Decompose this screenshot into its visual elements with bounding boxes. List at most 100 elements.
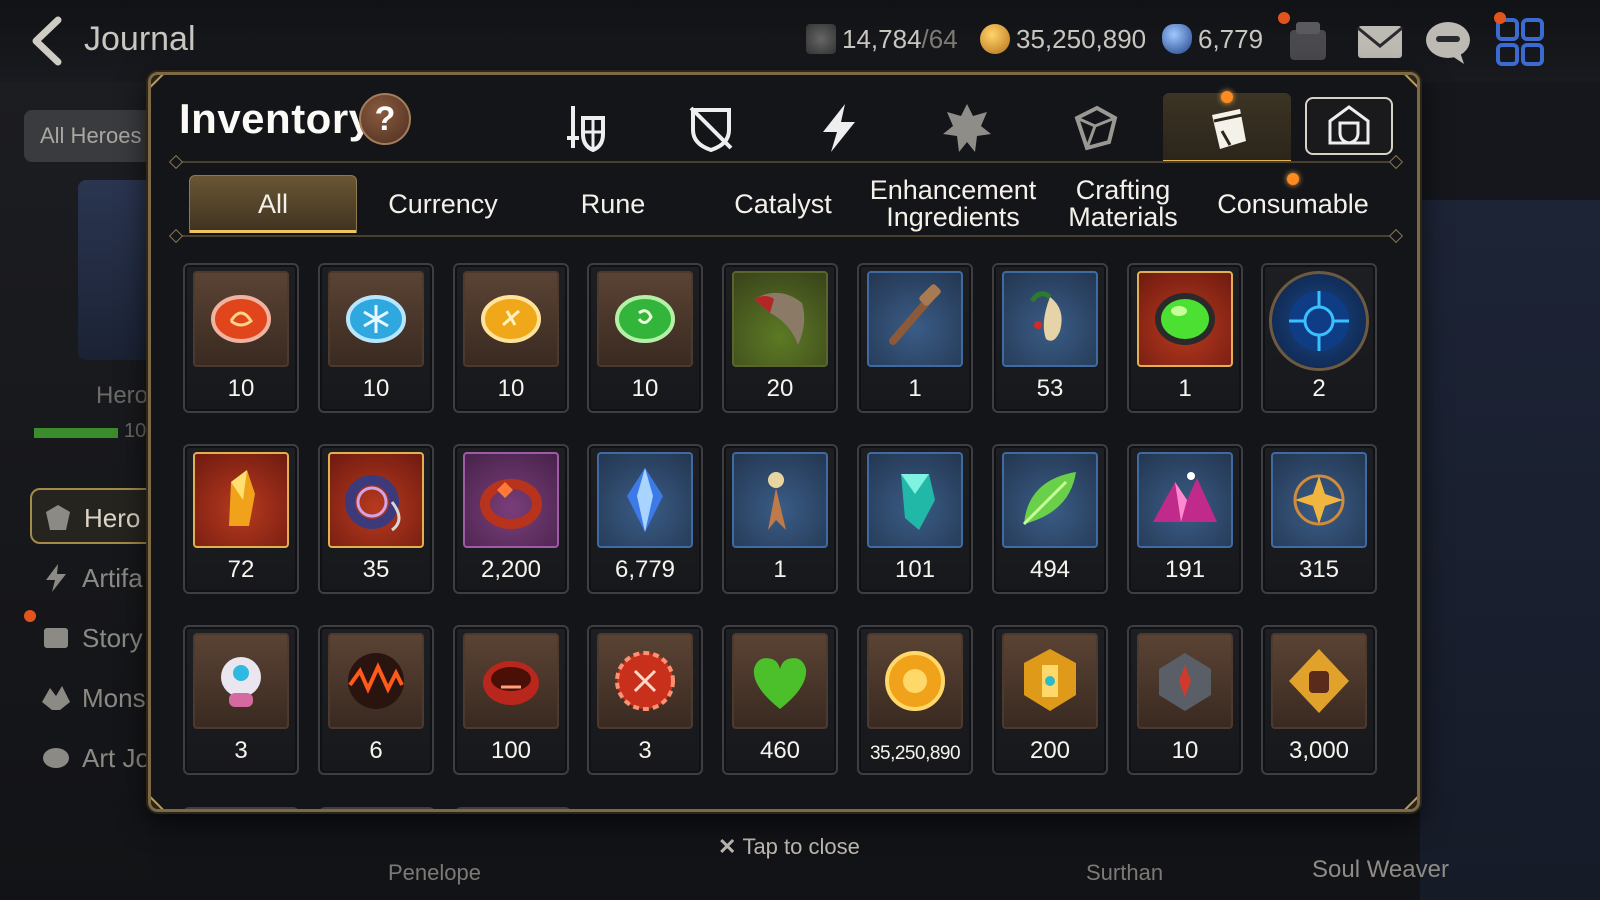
no-equipment-icon — [689, 106, 733, 153]
tab-currency[interactable]: Currency — [359, 175, 527, 233]
hero-progress-bar — [34, 428, 118, 438]
inventory-item-slot[interactable]: 6 — [318, 625, 434, 775]
stamina-icon — [806, 24, 836, 54]
story-icon — [44, 628, 68, 648]
item-quantity: 2 — [1312, 375, 1326, 402]
inventory-item-slot[interactable]: 191 — [1127, 444, 1243, 594]
inventory-item-slot[interactable]: 6,779 — [587, 444, 703, 594]
skystone-icon — [627, 468, 663, 532]
inventory-item-slot[interactable]: 20 — [722, 263, 838, 413]
item-frame — [1002, 633, 1098, 729]
inventory-item-slot[interactable]: 10 — [1127, 625, 1243, 775]
hero-progress-text: 10 — [124, 420, 147, 442]
tab-all[interactable]: All — [189, 175, 357, 233]
team-icon[interactable] — [1282, 16, 1334, 68]
chat-icon[interactable] — [1422, 16, 1474, 68]
item-quantity: 200 — [1029, 737, 1071, 764]
stone-compass-icon — [1159, 653, 1211, 711]
inventory-item-slot[interactable]: 1 — [722, 444, 838, 594]
tap-to-close[interactable]: ✕ Tap to close — [718, 834, 860, 860]
tab-enhancement-ingredients[interactable]: Enhancement Ingredients — [869, 175, 1037, 233]
golden-crystal-icon — [229, 470, 255, 526]
item-frame — [1271, 633, 1367, 729]
inventory-item-slot[interactable]: 10 — [587, 263, 703, 413]
category-tab-artifact[interactable] — [791, 93, 887, 163]
inventory-item-slot[interactable]: 494 — [992, 444, 1108, 594]
equipment-icon — [567, 106, 605, 153]
tab-rune[interactable]: Rune — [529, 175, 697, 233]
inventory-item-slot[interactable]: 35,250,890 — [857, 625, 973, 775]
dice-icon — [1074, 105, 1118, 151]
inventory-item-slot[interactable]: 200 — [992, 625, 1108, 775]
inventory-item-slot[interactable]: 101 — [857, 444, 973, 594]
category-tab-hero[interactable] — [919, 93, 1015, 163]
inventory-item-slot[interactable]: 10 — [183, 263, 299, 413]
inventory-item-slot[interactable]: 315 — [1261, 444, 1377, 594]
item-frame — [732, 633, 828, 729]
star-charm-icon — [1293, 474, 1345, 526]
inventory-item-slot[interactable]: 3 — [183, 625, 299, 775]
item-frame — [1271, 452, 1367, 548]
hero-icon — [46, 505, 70, 530]
item-quantity: 10 — [631, 375, 659, 402]
inventory-item-slot[interactable]: 100 — [453, 625, 569, 775]
inventory-title: Inventory — [179, 95, 373, 142]
inventory-item-slot[interactable]: 1 — [857, 263, 973, 413]
inventory-item-slot[interactable]: 35 — [318, 444, 434, 594]
item-quantity: 35,250,890 — [869, 743, 961, 764]
skystone-counter: 6,779 — [1162, 24, 1263, 55]
item-frame — [1137, 452, 1233, 548]
inventory-item-slot[interactable]: 460 — [722, 625, 838, 775]
inventory-item-slot[interactable]: 10 — [318, 263, 434, 413]
item-frame — [463, 452, 559, 548]
stamina-value: 14,784 — [842, 24, 922, 54]
item-frame — [867, 271, 963, 367]
inventory-item-slot[interactable]: 10 — [453, 263, 569, 413]
tab-catalyst[interactable]: Catalyst — [699, 175, 867, 233]
item-quantity: 3,000 — [1288, 737, 1350, 764]
category-tab-storage[interactable] — [1305, 97, 1393, 155]
badge-icon — [615, 651, 675, 711]
ice-rune-icon — [346, 295, 406, 343]
category-tab-equipment[interactable] — [535, 93, 631, 163]
skystone-value: 6,779 — [1198, 24, 1264, 54]
heart-icon — [753, 658, 807, 709]
category-tab-misc[interactable] — [1047, 93, 1143, 163]
item-frame — [597, 633, 693, 729]
item-frame — [1137, 633, 1233, 729]
gold-counter: 35,250,890 — [980, 24, 1146, 55]
item-frame — [328, 452, 424, 548]
team-notification-dot — [1278, 12, 1290, 24]
tab-crafting-materials[interactable]: Crafting Materials — [1039, 175, 1207, 233]
inventory-item-slot[interactable]: 53 — [992, 263, 1108, 413]
item-quantity: 494 — [1029, 556, 1071, 583]
corner-ornament — [151, 75, 164, 88]
menu-grid-icon[interactable] — [1494, 16, 1546, 68]
category-tab-unequipped[interactable] — [663, 93, 759, 163]
hero-crest-icon — [943, 104, 991, 152]
help-button[interactable]: ? — [359, 93, 411, 145]
inventory-item-slot[interactable]: 3,000 — [1261, 625, 1377, 775]
back-arrow-icon[interactable] — [24, 14, 72, 68]
inventory-item-slot[interactable]: 2,200 — [453, 444, 569, 594]
nature-rune-icon — [615, 295, 675, 343]
bag-icon — [1212, 109, 1246, 149]
item-frame — [1137, 271, 1233, 367]
fire-rune-icon — [211, 295, 271, 343]
inventory-item-slot[interactable]: 2 — [1261, 263, 1377, 413]
right-background — [1420, 200, 1600, 900]
item-quantity: 1 — [773, 556, 787, 583]
next-row-slot — [183, 807, 299, 809]
item-frame — [193, 271, 289, 367]
category-tab-inventory[interactable] — [1163, 93, 1291, 163]
item-frame — [1002, 452, 1098, 548]
inventory-item-slot[interactable]: 3 — [587, 625, 703, 775]
inventory-item-slot[interactable]: 72 — [183, 444, 299, 594]
item-quantity: 20 — [766, 375, 794, 402]
mail-icon[interactable] — [1354, 16, 1406, 68]
inventory-item-slot[interactable]: 1 — [1127, 263, 1243, 413]
sidebar-item-label: Story — [82, 623, 143, 653]
item-quantity: 1 — [1178, 375, 1192, 402]
item-quantity: 10 — [362, 375, 390, 402]
item-quantity: 315 — [1298, 556, 1340, 583]
